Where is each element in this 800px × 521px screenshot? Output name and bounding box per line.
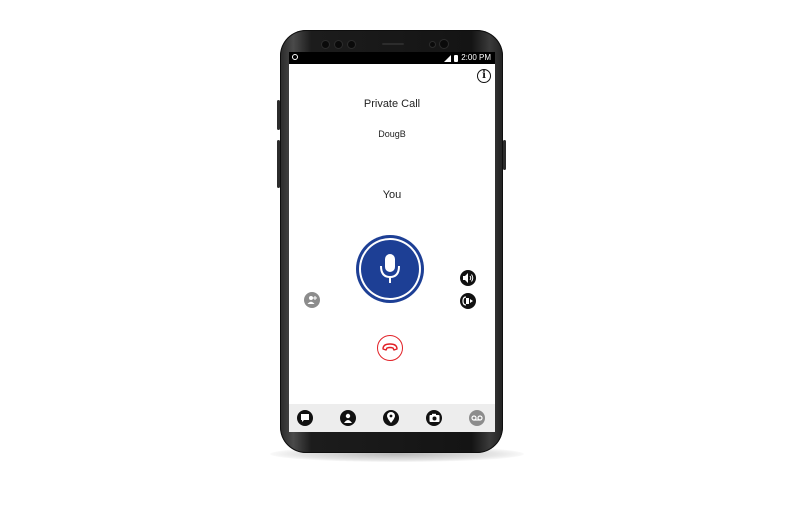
talker-label: You	[382, 189, 402, 201]
speaker-button[interactable]	[460, 270, 476, 286]
nav-chat-button[interactable]	[297, 410, 313, 426]
info-icon[interactable]: i	[477, 69, 491, 83]
status-bar: 2:00 PM	[289, 52, 495, 64]
contacts-icon	[344, 413, 352, 423]
call-type-label: Private Call	[363, 98, 421, 110]
sync-icon	[292, 54, 298, 60]
add-user-button[interactable]	[304, 292, 320, 308]
audio-route-button[interactable]	[460, 293, 476, 309]
side-button-left-1	[277, 100, 280, 130]
voicemail-icon	[471, 415, 483, 421]
camera-icon	[322, 41, 329, 48]
chat-icon	[301, 414, 309, 422]
bottom-nav	[289, 404, 495, 432]
nav-contacts-button[interactable]	[340, 410, 356, 426]
end-call-button[interactable]	[377, 335, 403, 361]
front-camera-icon	[430, 42, 435, 47]
sensor-icon	[335, 41, 342, 48]
microphone-icon	[380, 254, 400, 283]
side-button-right	[503, 140, 506, 170]
sensor-icon	[348, 41, 355, 48]
bottom-bezel	[295, 432, 489, 446]
earpiece	[382, 43, 404, 45]
side-button-left-2	[277, 140, 280, 188]
camera-icon	[429, 413, 439, 422]
front-camera-icon	[440, 40, 448, 48]
nav-camera-button[interactable]	[426, 410, 442, 426]
push-to-talk-button[interactable]	[359, 238, 421, 300]
hang-up-icon	[382, 343, 398, 351]
signal-icon	[444, 54, 452, 62]
nav-voicemail-button[interactable]	[469, 410, 485, 426]
top-bezel	[294, 37, 490, 53]
headset-icon	[462, 296, 473, 306]
nav-map-button[interactable]	[383, 410, 399, 426]
add-user-icon	[307, 296, 317, 304]
battery-icon	[454, 54, 459, 62]
caller-name: DougB	[378, 129, 406, 139]
location-icon	[387, 412, 395, 423]
phone-screen: 2:00 PM i Private Call DougB You	[289, 52, 495, 432]
speaker-icon	[463, 273, 474, 283]
status-time: 2:00 PM	[461, 53, 491, 62]
